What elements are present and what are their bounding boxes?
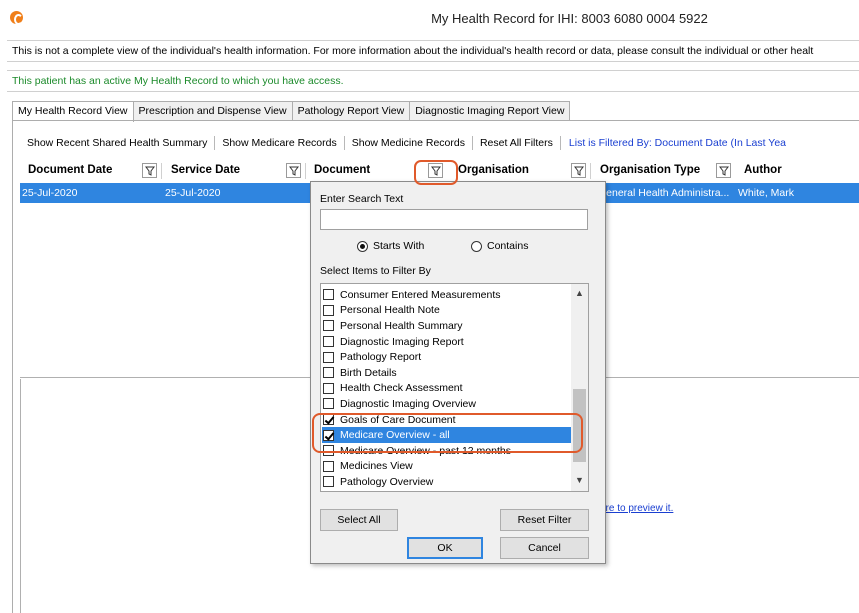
filter-list-item[interactable]: Personal Health Note — [322, 303, 573, 319]
checkbox-icon[interactable] — [323, 476, 334, 488]
filter-item-label: Personal Health Note — [340, 304, 440, 317]
select-all-button[interactable]: Select All — [320, 509, 398, 531]
radio-selected-icon — [357, 240, 368, 252]
starts-with-radio[interactable]: Starts With — [357, 239, 424, 253]
filter-list-item[interactable]: Pathology Overview — [322, 474, 573, 490]
organisation-filter-icon[interactable] — [571, 163, 586, 178]
filter-status-link[interactable]: List is Filtered By: Document Date (In L… — [561, 137, 786, 149]
filter-list-item[interactable]: Consumer Entered Measurements — [322, 287, 573, 303]
cell-service-date: 25-Jul-2020 — [165, 187, 221, 199]
show-medicare-records-button[interactable]: Show Medicare Records — [215, 137, 343, 149]
contains-label: Contains — [487, 240, 529, 252]
filter-items-label: Select Items to Filter By — [320, 265, 431, 277]
column-divider — [161, 163, 162, 179]
reset-all-filters-button[interactable]: Reset All Filters — [473, 137, 560, 149]
tab-pathology-report-view[interactable]: Pathology Report View — [291, 101, 411, 121]
column-header-organisation-type[interactable]: Organisation Type — [600, 164, 700, 176]
column-header-document-date[interactable]: Document Date — [28, 164, 112, 176]
access-status-note: This patient has an active My Health Rec… — [7, 70, 859, 92]
filter-items-list[interactable]: Consumer Entered Measurements Personal He… — [320, 283, 589, 492]
filter-list-item[interactable]: Pathology Report — [322, 349, 573, 365]
checkbox-icon[interactable] — [323, 351, 334, 363]
starts-with-label: Starts With — [373, 240, 425, 252]
radio-empty-icon — [471, 240, 482, 252]
cell-document-date: 25-Jul-2020 — [22, 187, 78, 199]
filter-item-label: Diagnostic Imaging Report — [340, 335, 464, 348]
medicare-overview-highlight — [312, 413, 583, 453]
organisation-type-filter-icon[interactable] — [716, 163, 731, 178]
scroll-down-icon[interactable]: ▼ — [571, 475, 588, 485]
column-header-service-date[interactable]: Service Date — [171, 164, 240, 176]
search-label: Enter Search Text — [320, 193, 404, 205]
reset-filter-button[interactable]: Reset Filter — [500, 509, 589, 531]
scroll-up-icon[interactable]: ▲ — [571, 288, 588, 298]
checkbox-icon[interactable] — [323, 304, 334, 316]
tab-diagnostic-imaging-report-view[interactable]: Diagnostic Imaging Report View — [409, 101, 571, 121]
filter-item-label: Personal Health Summary — [340, 319, 463, 332]
filter-list-item[interactable]: Medicines View — [322, 459, 573, 475]
tab-my-health-record-view[interactable]: My Health Record View — [12, 101, 134, 122]
list-scrollbar[interactable]: ▲ ▼ — [571, 284, 588, 491]
search-input[interactable] — [320, 209, 588, 230]
document-date-filter-icon[interactable] — [142, 163, 157, 178]
filter-list-item[interactable]: Health Check Assessment — [322, 381, 573, 397]
checkbox-icon[interactable] — [323, 367, 334, 379]
ok-button[interactable]: OK — [407, 537, 483, 559]
filter-item-label: Birth Details — [340, 366, 397, 379]
filter-list-item[interactable]: Personal Health Summary — [322, 318, 573, 334]
column-header-author[interactable]: Author — [744, 164, 782, 176]
cancel-button[interactable]: Cancel — [500, 537, 589, 559]
filter-list-item[interactable]: Birth Details — [322, 365, 573, 381]
cell-author: White, Mark — [738, 187, 795, 199]
filter-item-label: Consumer Entered Measurements — [340, 288, 501, 301]
filter-item-label: Diagnostic Imaging Overview — [340, 397, 476, 410]
checkbox-icon[interactable] — [323, 460, 334, 472]
view-tabs: My Health Record View Prescription and D… — [12, 101, 571, 122]
contains-radio[interactable]: Contains — [471, 239, 528, 253]
preview-pane-border — [20, 379, 21, 613]
column-divider — [305, 163, 306, 179]
checkbox-icon[interactable] — [323, 398, 334, 410]
filter-item-label: Pathology Overview — [340, 475, 434, 488]
filter-item-label: Health Check Assessment — [340, 382, 463, 395]
service-date-filter-icon[interactable] — [286, 163, 301, 178]
column-divider — [590, 163, 591, 179]
preview-link[interactable]: ere to preview it. — [600, 503, 673, 514]
record-toolbar: Show Recent Shared Health Summary Show M… — [20, 132, 786, 154]
document-filter-popup: Enter Search Text Starts With Contains S… — [310, 181, 606, 564]
checkbox-icon[interactable] — [323, 289, 334, 301]
tab-prescription-dispense-view[interactable]: Prescription and Dispense View — [132, 101, 293, 121]
show-recent-summary-button[interactable]: Show Recent Shared Health Summary — [20, 137, 214, 149]
disclaimer-banner: This is not a complete view of the indiv… — [7, 40, 859, 62]
window-title: My Health Record for IHI: 8003 6080 0004… — [431, 11, 708, 26]
filter-item-label: Pathology Report — [340, 351, 422, 364]
column-header-document[interactable]: Document — [314, 164, 370, 176]
show-medicine-records-button[interactable]: Show Medicine Records — [345, 137, 472, 149]
filter-button-highlight — [414, 160, 458, 185]
cell-organisation-type: General Health Administra... — [598, 187, 730, 199]
checkbox-icon[interactable] — [323, 336, 334, 348]
filter-list-item[interactable]: Diagnostic Imaging Report — [322, 334, 573, 350]
column-header-organisation[interactable]: Organisation — [458, 164, 529, 176]
checkbox-icon[interactable] — [323, 382, 334, 394]
checkbox-icon[interactable] — [323, 320, 334, 332]
filter-item-label: Medicines View — [340, 460, 413, 473]
filter-list-item[interactable]: Diagnostic Imaging Overview — [322, 396, 573, 412]
title-bar: My Health Record for IHI: 8003 6080 0004… — [0, 0, 859, 36]
